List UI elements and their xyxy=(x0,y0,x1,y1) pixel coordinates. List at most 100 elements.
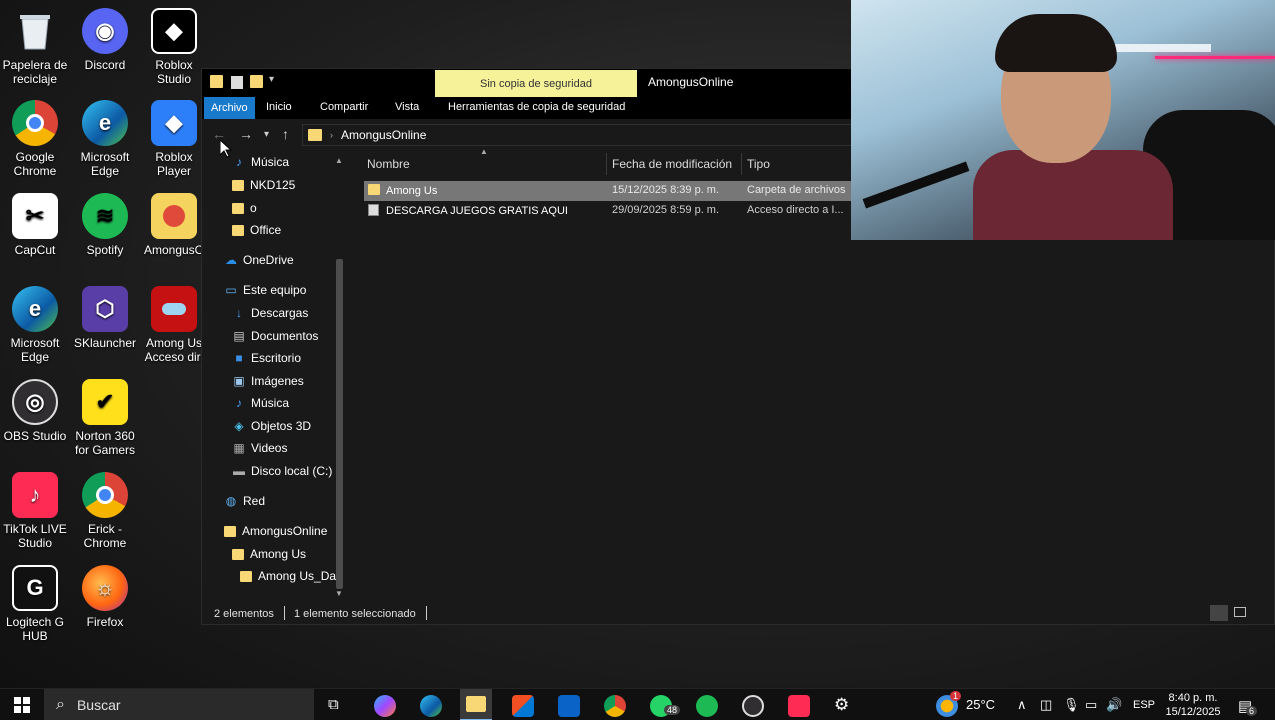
tab-compartir[interactable]: Compartir xyxy=(320,101,368,113)
desktop-icon-label: Google Chrome xyxy=(13,150,57,178)
tab-vista[interactable]: Vista xyxy=(395,101,419,113)
file-date: 29/09/2025 8:59 p. m. xyxy=(612,204,720,216)
desktop-icon-amongusonline[interactable]: AmongusO xyxy=(139,193,209,257)
nav-item-label: AmongusOnline xyxy=(242,524,328,538)
desktop-icon-spotify[interactable]: ≋ Spotify xyxy=(70,193,140,257)
nav-item-disco-local[interactable]: ▬ Disco local (C:) xyxy=(232,464,332,478)
scrollbar-thumb[interactable] xyxy=(336,259,343,589)
tab-inicio[interactable]: Inicio xyxy=(266,101,292,113)
spotify-icon[interactable] xyxy=(696,695,718,717)
recycle-bin-icon xyxy=(12,8,58,54)
nav-item-among-us[interactable]: Among Us xyxy=(232,547,306,561)
copilot-icon[interactable] xyxy=(374,695,396,717)
desktop-icon-recycle-bin[interactable]: Papelera de reciclaje xyxy=(0,8,70,86)
desktop-icon-logitech[interactable]: G Logitech G HUB xyxy=(0,565,70,643)
nav-item-among-us-data[interactable]: Among Us_Dat xyxy=(240,569,339,583)
column-header-fecha[interactable]: Fecha de modificación xyxy=(612,157,732,171)
microphone-icon[interactable]: 🎙 xyxy=(1063,697,1080,713)
edge-icon: e xyxy=(12,286,58,332)
mail-icon[interactable] xyxy=(558,695,580,717)
nav-item-office[interactable]: Office xyxy=(232,223,281,237)
folder-icon xyxy=(368,184,380,195)
chevron-up-icon[interactable]: ∧ xyxy=(1017,697,1027,713)
recent-locations-icon[interactable]: ▾ xyxy=(264,129,269,140)
nav-item-este-equipo[interactable]: ▭ Este equipo xyxy=(224,283,306,297)
column-header-nombre[interactable]: Nombre xyxy=(367,157,410,171)
properties-icon[interactable] xyxy=(231,76,243,89)
tab-archivo[interactable]: Archivo xyxy=(204,97,255,119)
desktop-icon-sklauncher[interactable]: ⬡ SKlauncher xyxy=(70,286,140,350)
nav-item-nkd125[interactable]: NKD125 xyxy=(232,178,295,192)
clock-date: 15/12/2025 xyxy=(1165,706,1221,718)
file-name-text: DESCARGA JUEGOS GRATIS AQUI xyxy=(386,205,568,217)
file-row-among-us[interactable]: Among Us 15/12/2025 8:39 p. m. Carpeta d… xyxy=(364,181,854,201)
search-icon: ⌕ xyxy=(56,696,65,713)
chrome-icon[interactable] xyxy=(604,695,626,717)
nav-item-amongusonline[interactable]: AmongusOnline xyxy=(224,524,327,538)
desktop-icon-edge-2[interactable]: e Microsoft Edge xyxy=(0,286,70,364)
desktop-icon-discord[interactable]: ◉ Discord xyxy=(70,8,140,72)
desktop-icon-firefox[interactable]: ☼ Firefox xyxy=(70,565,140,629)
nav-item-o[interactable]: o xyxy=(232,201,257,215)
desktop-icon-tiktok[interactable]: ♪ TikTok LIVE Studio xyxy=(0,472,70,550)
weather-temperature[interactable]: 25°C xyxy=(966,698,995,712)
windows-start-icon[interactable] xyxy=(14,697,30,713)
network-icon[interactable]: ▭ xyxy=(1085,697,1097,713)
large-icons-view-icon[interactable] xyxy=(1234,607,1246,617)
nav-item-descargas[interactable]: ↓ Descargas xyxy=(232,306,308,320)
documents-icon: ▤ xyxy=(233,329,245,343)
column-divider[interactable] xyxy=(741,153,742,175)
nav-item-documentos[interactable]: ▤ Documentos xyxy=(232,329,318,343)
capcut-icon: ✂ xyxy=(12,193,58,239)
nav-item-label: Imágenes xyxy=(251,374,304,388)
nav-item-videos[interactable]: ▦ Videos xyxy=(232,441,287,455)
desktop-icon-capcut[interactable]: ✂ CapCut xyxy=(0,193,70,257)
desktop-icon-among-us[interactable]: Among Us Acceso dir. xyxy=(139,286,209,364)
nav-item-onedrive[interactable]: ☁ OneDrive xyxy=(224,253,294,267)
nav-item-imagenes[interactable]: ▣ Imágenes xyxy=(232,374,304,388)
taskbar-active-app[interactable] xyxy=(460,689,492,720)
taskbar-search[interactable]: ⌕ Buscar xyxy=(44,689,314,720)
settings-gear-icon[interactable]: ⚙ xyxy=(834,695,849,715)
desktop-icon-norton[interactable]: ✔ Norton 360 for Gamers xyxy=(70,379,140,457)
microsoft-store-icon[interactable] xyxy=(512,695,534,717)
details-view-icon[interactable] xyxy=(1210,605,1228,621)
music-icon: ♪ xyxy=(236,155,242,169)
tiktok-icon[interactable] xyxy=(788,695,810,717)
new-folder-icon[interactable] xyxy=(250,75,263,88)
sklauncher-icon: ⬡ xyxy=(82,286,128,332)
address-bar[interactable]: › AmongusOnline xyxy=(302,124,862,146)
nav-item-escritorio[interactable]: ■ Escritorio xyxy=(232,351,301,365)
chevron-up-icon[interactable]: ▲ xyxy=(335,156,343,165)
file-row-descarga[interactable]: DESCARGA JUEGOS GRATIS AQUI 29/09/2025 8… xyxy=(364,201,854,221)
edge-icon[interactable] xyxy=(420,695,442,717)
nav-scrollbar[interactable]: ▲ ▼ xyxy=(334,156,344,599)
desktop-icon-edge[interactable]: e Microsoft Edge xyxy=(70,100,140,178)
desktop-icon-roblox-studio[interactable]: ◆ Roblox Studio xyxy=(139,8,209,86)
nav-item-objetos-3d[interactable]: ◈ Objetos 3D xyxy=(232,419,311,433)
desktop-icon-obs[interactable]: ◎ OBS Studio xyxy=(0,379,70,443)
language-indicator[interactable]: ESP xyxy=(1133,698,1155,712)
column-divider[interactable] xyxy=(606,153,607,175)
desktop-icon-erick-chrome[interactable]: Erick - Chrome xyxy=(70,472,140,550)
desktop-icon-chrome[interactable]: Google Chrome xyxy=(0,100,70,178)
tab-backup-tools[interactable]: Herramientas de copia de seguridad xyxy=(448,101,625,113)
meet-now-icon[interactable]: ◫ xyxy=(1040,697,1052,713)
task-view-icon[interactable]: ⧉ xyxy=(328,696,339,713)
up-arrow-icon[interactable]: ↑ xyxy=(282,126,289,142)
nav-item-musica[interactable]: ♪ Música xyxy=(232,155,289,169)
column-header-tipo[interactable]: Tipo xyxy=(747,157,770,171)
desktop-icon-roblox-player[interactable]: ◆ Roblox Player xyxy=(139,100,209,178)
volume-icon[interactable]: 🔊 xyxy=(1106,697,1122,713)
customize-toolbar-icon[interactable]: ▾ xyxy=(269,74,274,90)
forward-arrow-icon[interactable]: → xyxy=(239,126,253,142)
norton-icon: ✔ xyxy=(82,379,128,425)
nav-item-label: Este equipo xyxy=(243,283,307,297)
obs-icon[interactable] xyxy=(742,695,764,717)
desktop-icon-label: Norton 360 for Gamers xyxy=(74,429,135,457)
chevron-down-icon[interactable]: ▼ xyxy=(335,589,343,598)
nav-item-musica-2[interactable]: ♪ Música xyxy=(232,396,289,410)
nav-item-red[interactable]: ◍ Red xyxy=(224,494,265,508)
folder-icon xyxy=(210,75,223,88)
clock[interactable]: 8:40 p. m. 15/12/2025 xyxy=(1160,691,1226,719)
